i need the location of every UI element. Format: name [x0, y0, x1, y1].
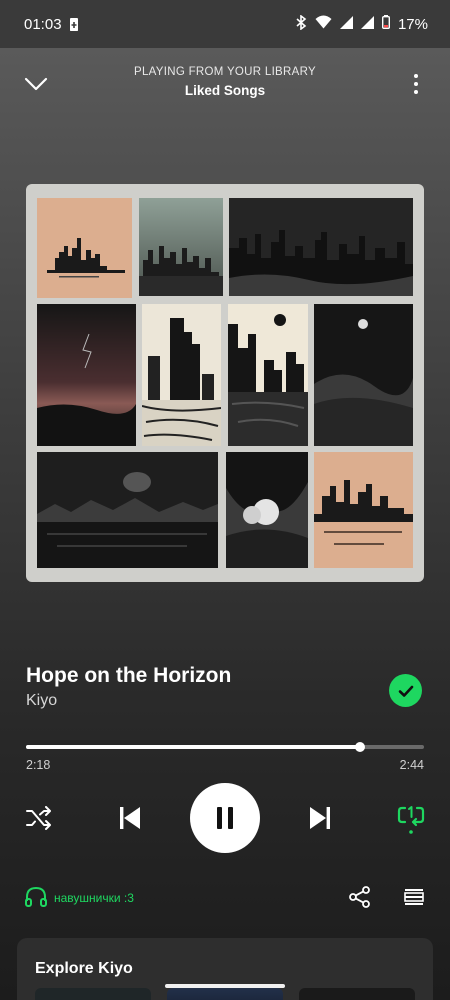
total-time: 2:44	[399, 758, 424, 772]
wifi-icon	[315, 15, 332, 33]
battery-saver-icon	[69, 17, 78, 31]
previous-icon[interactable]	[114, 802, 146, 834]
next-icon[interactable]	[304, 802, 336, 834]
battery-percent: 17%	[397, 15, 428, 33]
bluetooth-icon	[296, 13, 307, 34]
elapsed-time: 2:18	[26, 758, 51, 772]
explore-thumbnail[interactable]	[167, 988, 283, 1000]
shuffle-icon[interactable]	[24, 803, 54, 833]
signal-icon	[360, 15, 374, 33]
player-header: PLAYING FROM YOUR LIBRARY Liked Songs	[0, 62, 450, 108]
context-label: PLAYING FROM YOUR LIBRARY	[134, 66, 316, 78]
progress-bar[interactable]	[26, 740, 424, 754]
explore-thumbnail[interactable]	[299, 988, 415, 1000]
progress-knob[interactable]	[355, 742, 366, 752]
liked-check-button[interactable]	[389, 674, 422, 707]
battery-low-icon	[381, 15, 390, 33]
album-art	[26, 184, 424, 582]
signal-icon	[339, 15, 353, 33]
share-icon[interactable]	[349, 886, 371, 913]
art-tile	[226, 452, 308, 568]
art-tile	[37, 452, 218, 568]
home-indicator[interactable]	[165, 984, 285, 988]
pause-button[interactable]	[190, 783, 260, 853]
art-tile	[37, 304, 136, 446]
playback-controls	[0, 782, 450, 856]
status-time: 01:03	[24, 15, 62, 33]
progress-fill	[26, 745, 361, 749]
status-bar: 01:03 17%	[0, 0, 450, 48]
chevron-down-icon[interactable]	[22, 70, 50, 98]
explore-thumbnail[interactable]	[35, 988, 151, 1000]
pause-icon	[217, 807, 233, 829]
explore-title: Explore Kiyo	[35, 960, 133, 977]
context-name[interactable]: Liked Songs	[70, 83, 380, 98]
art-tile	[314, 304, 413, 446]
track-title[interactable]: Hope on the Horizon	[26, 664, 424, 688]
headphones-icon	[24, 886, 48, 913]
art-tile	[228, 304, 308, 446]
connected-device[interactable]: навушнички :3	[24, 884, 426, 912]
check-icon	[398, 685, 413, 697]
track-info: Hope on the Horizon Kiyo	[26, 664, 424, 724]
explore-artist-card[interactable]: Explore Kiyo	[17, 938, 433, 1000]
queue-icon[interactable]	[404, 886, 424, 913]
more-vertical-icon[interactable]	[406, 70, 426, 98]
device-name: навушнички :3	[54, 891, 134, 905]
art-tile	[139, 198, 223, 296]
art-tile	[142, 304, 221, 446]
repeat-one-icon[interactable]	[394, 800, 428, 838]
art-tile	[229, 198, 413, 296]
track-artist[interactable]: Kiyo	[26, 692, 424, 710]
art-tile	[314, 452, 413, 568]
art-tile	[37, 198, 132, 298]
playing-context: PLAYING FROM YOUR LIBRARY Liked Songs	[70, 66, 380, 98]
